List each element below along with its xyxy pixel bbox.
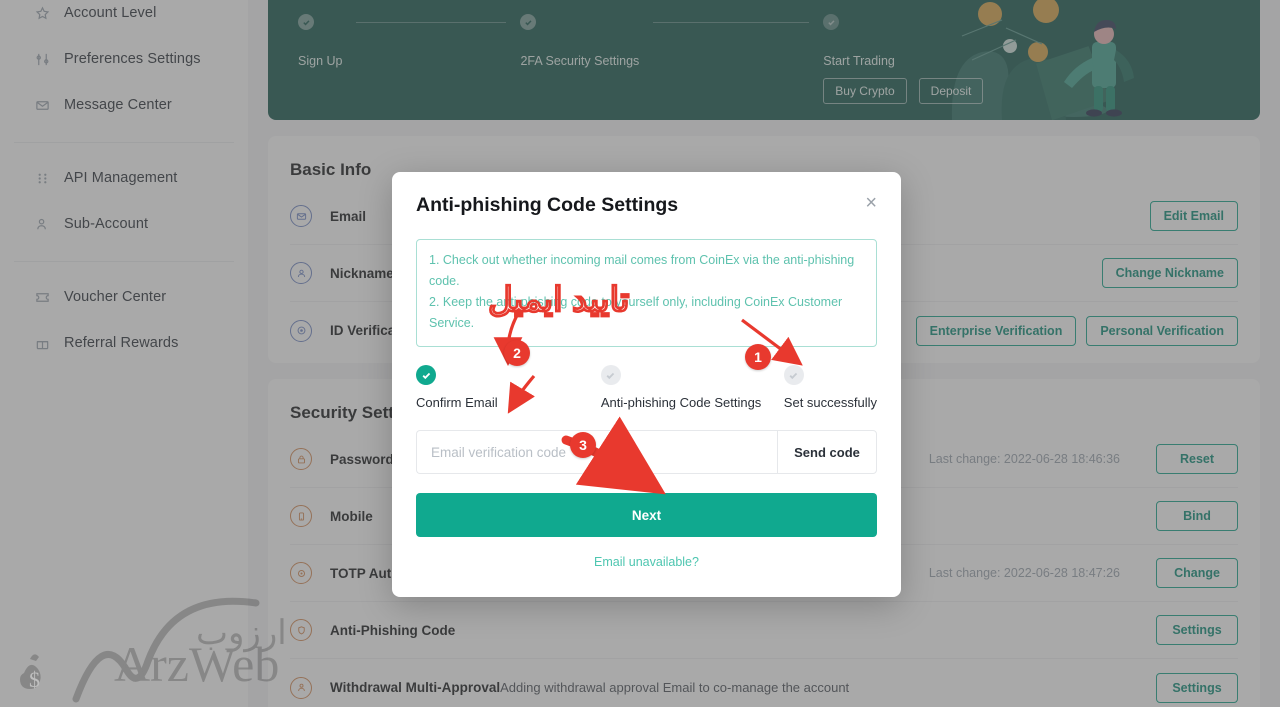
email-unavailable-link[interactable]: Email unavailable? (594, 555, 699, 569)
info-line: 1. Check out whether incoming mail comes… (429, 253, 855, 288)
page-root: Account Level Preferences Settings Messa… (0, 0, 1280, 707)
modal-info-box: 1. Check out whether incoming mail comes… (416, 239, 877, 347)
modal-step-set-successfully: Set successfully (783, 365, 877, 412)
modal-header: Anti-phishing Code Settings × (416, 193, 877, 217)
anti-phishing-modal: Anti-phishing Code Settings × 1. Check o… (392, 172, 901, 597)
verification-code-field: Send code (416, 430, 877, 474)
modal-step-confirm-email: Confirm Email (416, 365, 601, 412)
send-code-button[interactable]: Send code (777, 430, 877, 474)
modal-step-label: Anti-phishing Code Settings (600, 395, 762, 410)
info-line: 2. Keep the anti-phishing code to yourse… (429, 295, 843, 330)
modal-title: Anti-phishing Code Settings (416, 194, 679, 216)
modal-step-anti-phishing-settings: Anti-phishing Code Settings (600, 365, 784, 412)
email-verification-code-input[interactable] (416, 430, 777, 474)
check-circle-icon (600, 365, 621, 385)
check-circle-icon (416, 365, 436, 385)
modal-footer: Email unavailable? (416, 553, 877, 571)
close-icon[interactable]: × (865, 193, 877, 213)
modal-stepper: Confirm Email Anti-phishing Code Setting… (416, 365, 877, 412)
next-button[interactable]: Next (416, 493, 877, 537)
modal-step-label: Set successfully (783, 395, 877, 410)
modal-step-label: Confirm Email (416, 395, 498, 410)
check-circle-icon (783, 365, 804, 385)
